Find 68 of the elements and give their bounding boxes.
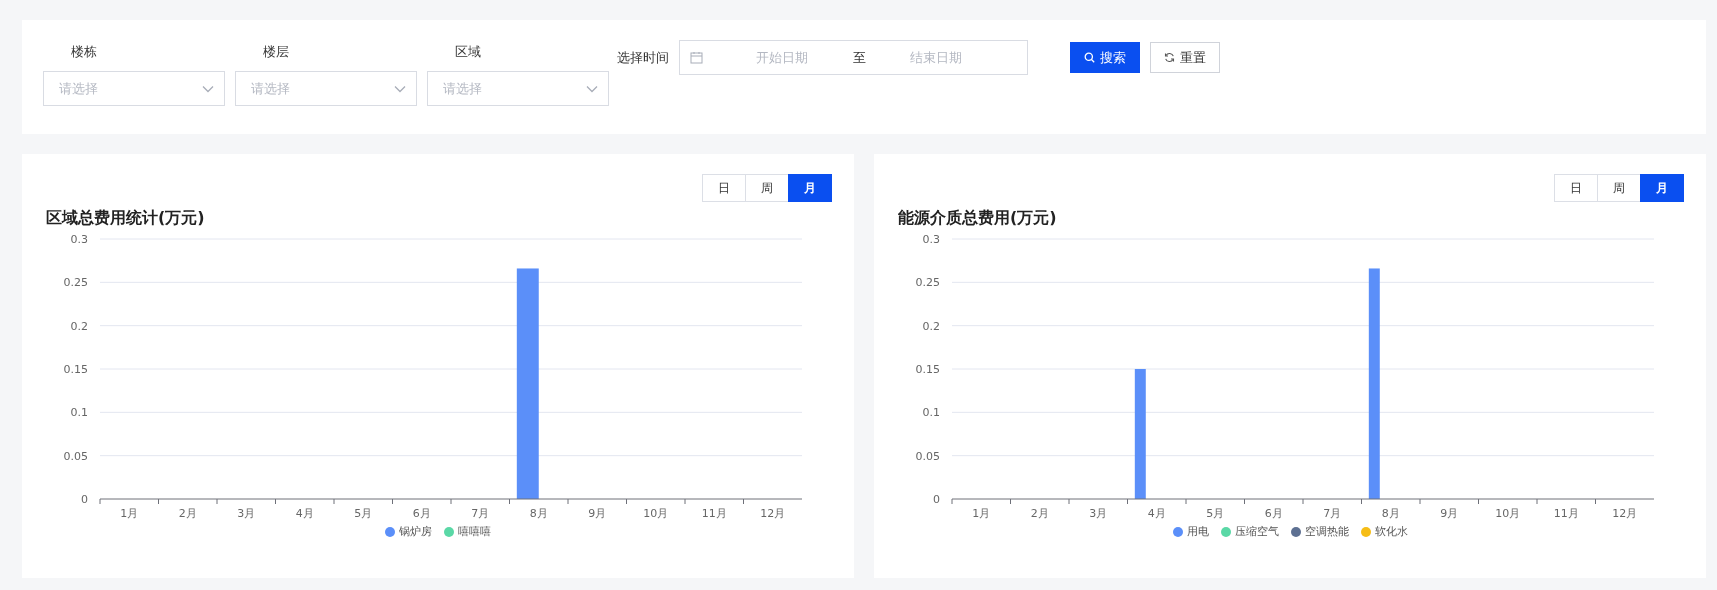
chevron-down-icon (394, 84, 406, 93)
axis-label: 6月 (1264, 507, 1283, 520)
calendar-icon (690, 51, 703, 64)
search-icon (1084, 52, 1095, 63)
axis-label: 0 (933, 493, 940, 506)
axis-label: 10月 (1495, 507, 1521, 520)
axis-label: 0.1 (922, 406, 940, 420)
axis-label: 0.05 (915, 449, 940, 463)
axis-label: 0.2 (70, 319, 88, 333)
axis-label: 0.3 (70, 233, 88, 246)
date-input[interactable]: 结束日期 (879, 49, 993, 66)
axis-label: 7月 (1323, 507, 1342, 520)
period-tab[interactable]: 日 (1554, 174, 1598, 202)
axis-label: 9月 (588, 507, 607, 520)
field-label: 楼层 (262, 43, 290, 61)
legend-label[interactable]: 用电 (1186, 524, 1209, 539)
axis-label: 3月 (237, 507, 256, 520)
search-button[interactable]: 搜索 (1070, 42, 1140, 73)
period-tab[interactable]: 周 (1597, 174, 1641, 202)
period-tab[interactable]: 月 (1640, 174, 1684, 202)
axis-label: 8月 (1381, 507, 1400, 520)
axis-label: 2月 (178, 507, 197, 520)
chevron-down-icon (586, 84, 598, 93)
period-tab[interactable]: 周 (745, 174, 789, 202)
chart-title: 能源介质总费用(万元) (898, 208, 1057, 229)
chart-title: 区域总费用统计(万元) (46, 208, 205, 229)
axis-label: 0.05 (63, 449, 88, 463)
legend-label[interactable]: 嘻嘻嘻 (458, 524, 491, 539)
field-label: 选择时间 (617, 48, 669, 67)
axis-label: 8月 (529, 507, 548, 520)
refresh-icon (1164, 52, 1175, 63)
axis-label: 12月 (760, 507, 786, 520)
legend-label[interactable]: 锅炉房 (399, 524, 432, 539)
axis-label: 11月 (1553, 507, 1579, 520)
legend-label[interactable]: 软化水 (1374, 524, 1408, 539)
reset-button[interactable]: 重置 (1150, 42, 1220, 73)
axis-label: 4月 (1147, 507, 1166, 520)
legend-label[interactable]: 压缩空气 (1234, 524, 1279, 539)
legend-label[interactable]: 空调热能 (1304, 524, 1349, 539)
axis-label: 5月 (354, 507, 373, 520)
period-tab[interactable]: 月 (788, 174, 832, 202)
axis-label: 0.2 (922, 319, 940, 333)
axis-label: 1月 (972, 507, 991, 520)
axis-label: 0.1 (70, 406, 88, 420)
axis-label: 12月 (1612, 507, 1638, 520)
axis-label: 0 (81, 493, 88, 506)
date-input[interactable]: 开始日期 (725, 49, 839, 66)
axis-label: 0.3 (922, 233, 940, 246)
axis-label: 9月 (1440, 507, 1459, 520)
axis-label: 0.15 (915, 363, 940, 376)
axis-label: 0.25 (915, 276, 940, 290)
axis-label: 3月 (1089, 507, 1108, 520)
axis-label: 1月 (120, 507, 139, 520)
axis-label: 0.25 (63, 276, 88, 290)
axis-label: 11月 (701, 507, 727, 520)
axis-label: 7月 (471, 507, 490, 520)
axis-label: 0.15 (63, 363, 88, 376)
range-separator: 至 (851, 48, 867, 67)
axis-label: 10月 (643, 507, 669, 520)
period-tab[interactable]: 日 (702, 174, 746, 202)
axis-label: 2月 (1030, 507, 1049, 520)
chevron-down-icon (202, 84, 214, 93)
axis-label: 6月 (412, 507, 431, 520)
date-range-field[interactable]: 开始日期 至 结束日期 (679, 40, 1028, 75)
axis-label: 4月 (295, 507, 314, 520)
field-label: 区域 (454, 43, 482, 61)
axis-label: 5月 (1206, 507, 1225, 520)
field-label: 楼栋 (70, 43, 98, 61)
